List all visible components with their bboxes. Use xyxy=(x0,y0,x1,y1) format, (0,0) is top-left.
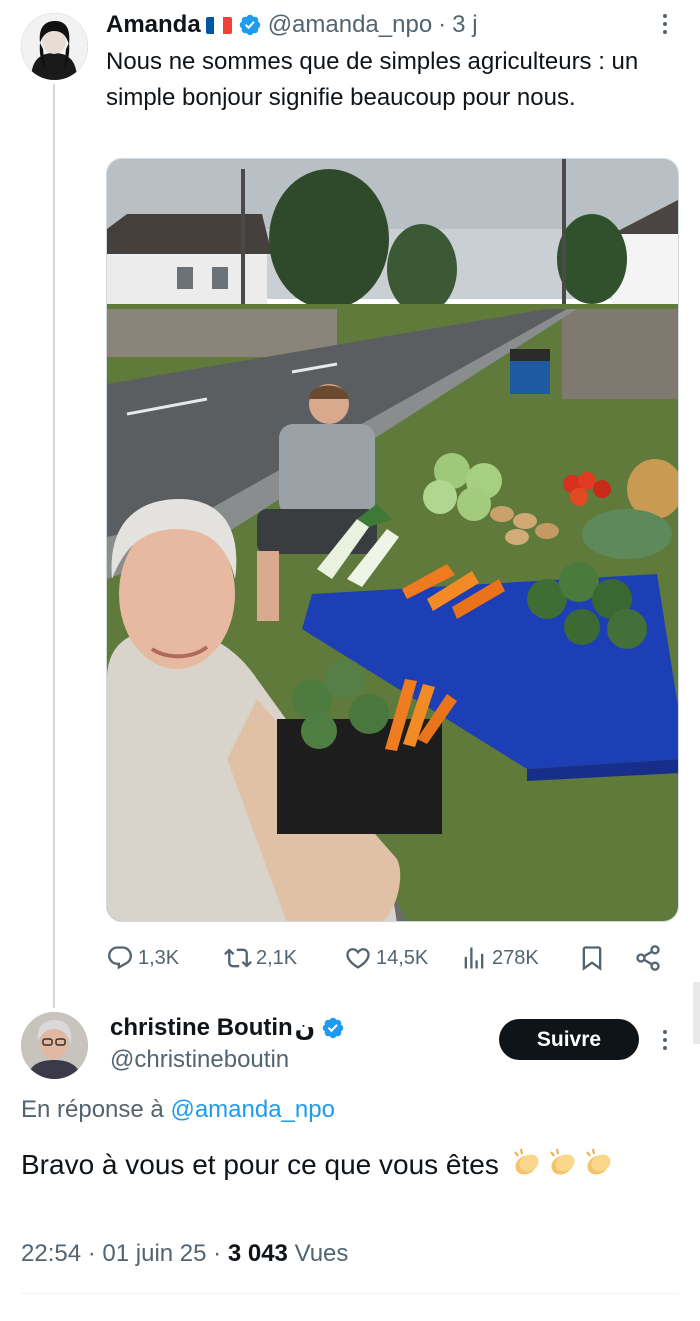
more-options-icon[interactable] xyxy=(661,14,669,34)
reply-time[interactable]: 22:54 xyxy=(21,1240,81,1267)
author-name[interactable]: Amanda xyxy=(106,11,201,39)
author-avatar[interactable] xyxy=(21,13,88,80)
reply-author-row: christine Boutin ن xyxy=(110,1012,345,1044)
heart-icon xyxy=(346,948,370,969)
separator-dot: · xyxy=(213,1240,222,1267)
follow-button[interactable]: Suivre xyxy=(499,1019,639,1060)
share-button[interactable] xyxy=(634,940,666,976)
clapping-hands-icon xyxy=(509,1146,543,1180)
reply-date[interactable]: 01 juin 25 xyxy=(102,1240,206,1267)
like-count: 14,5K xyxy=(376,946,429,969)
separator-dot: · xyxy=(87,1240,96,1267)
clapping-hands-icon xyxy=(545,1146,579,1180)
author-handle[interactable]: @amanda_npo xyxy=(268,11,432,39)
divider xyxy=(21,1293,679,1294)
reply-author-avatar[interactable] xyxy=(21,1012,88,1079)
reply-context-label: En réponse à xyxy=(21,1096,164,1123)
thread-connector-line xyxy=(53,84,55,1008)
like-button[interactable]: 14,5K xyxy=(344,940,428,976)
views-button[interactable]: 278K xyxy=(460,940,539,976)
reply-views-label: Vues xyxy=(294,1240,349,1267)
analytics-icon xyxy=(464,947,484,969)
reply-author-name-suffix: ن xyxy=(294,1014,316,1042)
clapping-hands-icon xyxy=(581,1146,615,1180)
post-time[interactable]: 3 j xyxy=(452,11,477,39)
verified-badge-icon[interactable] xyxy=(321,1016,345,1040)
views-count: 278K xyxy=(492,946,539,969)
reply-button[interactable]: 1,3K xyxy=(106,940,179,976)
share-icon xyxy=(636,945,660,971)
reply-count: 1,3K xyxy=(138,946,180,969)
separator-dot: · xyxy=(438,11,447,38)
repost-button[interactable]: 2,1K xyxy=(224,940,297,976)
france-flag-icon xyxy=(205,16,232,34)
repost-icon xyxy=(224,948,252,968)
post-action-bar: 1,3K 2,1K 14,5K 278K xyxy=(106,940,679,976)
bookmark-button[interactable] xyxy=(578,940,610,976)
reply-author-handle[interactable]: @christineboutin xyxy=(110,1046,289,1074)
post-photo[interactable] xyxy=(106,158,679,922)
verified-badge-icon[interactable] xyxy=(238,13,262,37)
reply-text: Bravo à vous et pour ce que vous êtes xyxy=(21,1149,499,1180)
post-text: Nous ne sommes que de simples agriculteu… xyxy=(106,48,639,111)
reply-author-name[interactable]: christine Boutin xyxy=(110,1014,293,1042)
reply-text-block: Bravo à vous et pour ce que vous êtes xyxy=(21,1144,681,1186)
reply-context: En réponse à @amanda_npo xyxy=(21,1096,335,1124)
comment-icon xyxy=(108,946,132,970)
reply-views-count: 3 043 xyxy=(227,1240,288,1267)
post-header: Amanda @amanda_npo · 3 j xyxy=(106,10,478,40)
repost-count: 2,1K xyxy=(256,946,298,969)
scrollbar-thumb[interactable] xyxy=(693,982,700,1044)
more-options-icon[interactable] xyxy=(661,1030,669,1050)
bookmark-icon xyxy=(582,946,602,971)
reply-mention-link[interactable]: @amanda_npo xyxy=(170,1096,334,1123)
reply-meta: 22:54 · 01 juin 25 · 3 043 Vues xyxy=(21,1240,348,1268)
